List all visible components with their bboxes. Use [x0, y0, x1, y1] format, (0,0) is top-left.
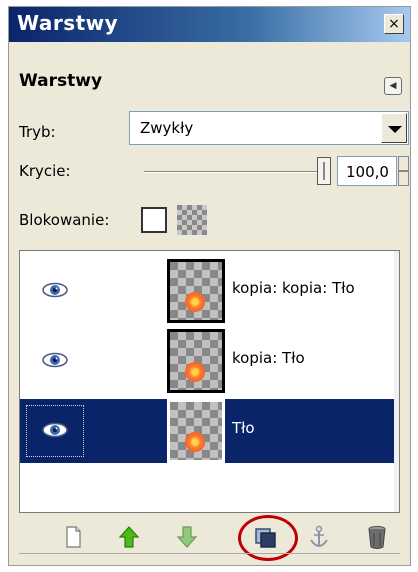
- layer-list: kopia: kopia: Tło kopia: Tło Tło: [19, 250, 400, 513]
- flower-icon: [185, 362, 205, 382]
- section-title: Warstwy: [19, 71, 103, 91]
- lower-layer-icon[interactable]: [173, 522, 201, 552]
- layer-thumbnail[interactable]: [167, 259, 225, 323]
- lock-label: Blokowanie:: [19, 211, 110, 229]
- eye-icon[interactable]: [42, 422, 68, 438]
- layer-row[interactable]: kopia: Tło: [20, 329, 396, 393]
- layer-name[interactable]: kopia: Tło: [232, 349, 305, 367]
- eye-icon[interactable]: [42, 282, 68, 298]
- mode-select[interactable]: Zwykły: [129, 111, 409, 145]
- layer-toolbar: [19, 522, 400, 552]
- layer-name[interactable]: Tło: [232, 419, 255, 437]
- mode-label: Tryb:: [19, 123, 56, 141]
- new-layer-icon[interactable]: [59, 522, 87, 552]
- anchor-layer-icon[interactable]: [305, 522, 333, 552]
- status-strip: [19, 553, 400, 561]
- scrollbar[interactable]: [394, 251, 399, 512]
- lock-pixels-checkbox[interactable]: [141, 207, 167, 233]
- opacity-input[interactable]: 100,0: [337, 156, 397, 186]
- chevron-down-icon[interactable]: [381, 113, 407, 143]
- spin-down-button[interactable]: [398, 171, 409, 186]
- window-title: Warstwy: [17, 11, 119, 35]
- layer-row[interactable]: kopia: kopia: Tło: [20, 259, 396, 323]
- eye-icon[interactable]: [42, 352, 68, 368]
- title-bar[interactable]: Warstwy ×: [9, 7, 410, 42]
- opacity-slider-track[interactable]: [144, 171, 324, 173]
- lock-alpha-icon[interactable]: [177, 205, 207, 235]
- delete-layer-icon[interactable]: [363, 522, 391, 552]
- triangle-left-icon: ◀: [389, 81, 397, 91]
- spin-up-button[interactable]: [398, 156, 409, 171]
- layer-thumbnail[interactable]: [167, 329, 225, 393]
- raise-layer-icon[interactable]: [115, 522, 143, 552]
- close-button[interactable]: ×: [384, 14, 404, 34]
- opacity-slider-handle[interactable]: [317, 157, 331, 185]
- flower-icon: [185, 432, 205, 452]
- mode-value: Zwykły: [140, 119, 194, 137]
- layer-row-selected[interactable]: Tło: [20, 399, 396, 463]
- opacity-spinner[interactable]: [398, 156, 409, 186]
- opacity-label: Krycie:: [19, 162, 71, 180]
- opacity-value: 100,0: [346, 163, 389, 181]
- layers-dialog: Warstwy × Warstwy ◀ Tryb: Zwykły Krycie:…: [8, 6, 411, 566]
- layer-thumbnail[interactable]: [167, 399, 225, 463]
- flower-icon: [185, 292, 205, 312]
- close-icon: ×: [388, 16, 400, 32]
- panel-menu-button[interactable]: ◀: [384, 77, 402, 95]
- layer-name[interactable]: kopia: kopia: Tło: [232, 279, 355, 297]
